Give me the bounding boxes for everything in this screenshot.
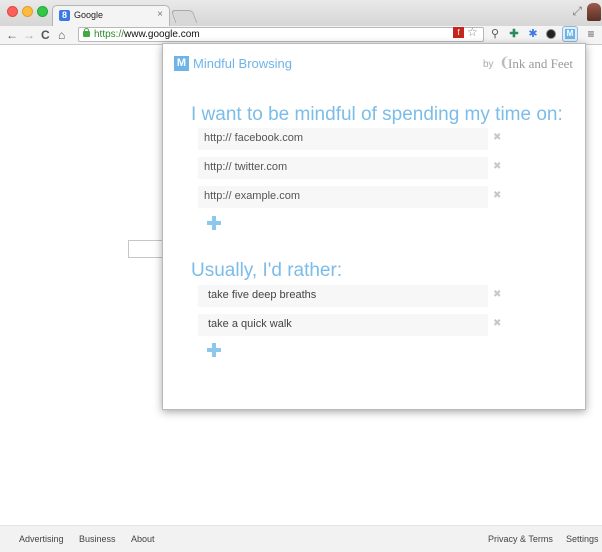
new-tab-button[interactable] [170, 10, 198, 23]
footer-link-privacy-terms[interactable]: Privacy & Terms [488, 534, 553, 544]
remove-site-icon[interactable]: ✖ [493, 190, 501, 202]
tab-close-icon[interactable]: × [157, 9, 163, 21]
orb-extension-icon[interactable] [546, 29, 556, 39]
home-icon[interactable]: ⌂ [58, 26, 65, 44]
url-host: www.google.com [124, 29, 200, 40]
footer-link-about[interactable]: About [131, 534, 155, 544]
url-text[interactable]: https://www.google.com [94, 29, 200, 41]
close-window-button[interactable] [7, 6, 18, 17]
forward-icon[interactable]: → [23, 26, 35, 44]
minimize-window-button[interactable] [22, 6, 33, 17]
star-icon[interactable]: ☆ [467, 25, 478, 39]
alternative-row[interactable]: take five deep breaths [198, 285, 488, 307]
sites-heading: I want to be mindful of spending my time… [191, 104, 563, 125]
remove-site-icon[interactable]: ✖ [493, 161, 501, 173]
mindful-logo-icon [565, 29, 575, 39]
footer-link-business[interactable]: Business [79, 534, 116, 544]
profile-avatar[interactable] [587, 3, 601, 21]
site-row[interactable]: http:// facebook.com [198, 128, 488, 150]
alternative-input[interactable]: take five deep breaths [208, 289, 316, 301]
zoom-window-button[interactable] [37, 6, 48, 17]
puzzle-icon[interactable]: ✱ [527, 27, 539, 41]
alternative-row[interactable]: take a quick walk [198, 314, 488, 336]
alternatives-heading: Usually, I'd rather: [191, 260, 343, 281]
mindful-browsing-logo-icon [174, 56, 189, 71]
add-alternative-plus-icon[interactable] [207, 343, 221, 357]
address-bar[interactable]: https://www.google.com [78, 27, 484, 42]
site-input[interactable]: http:// twitter.com [204, 161, 287, 173]
footer-link-settings[interactable]: Settings [566, 534, 599, 544]
google-search-input[interactable] [128, 240, 162, 258]
site-input[interactable]: http:// facebook.com [204, 132, 303, 144]
tab-title: Google [74, 10, 104, 20]
window-titlebar: 8 Google × ⤢ [0, 0, 602, 26]
fullscreen-icon[interactable]: ⤢ [572, 4, 582, 19]
url-scheme: https:// [94, 29, 125, 40]
alternative-input[interactable]: take a quick walk [208, 318, 292, 330]
site-input[interactable]: http:// example.com [204, 190, 300, 202]
page-footer: Advertising Business About Privacy & Ter… [0, 525, 602, 552]
brand-link[interactable]: Ink and Feet [508, 56, 573, 72]
cross-extension-icon[interactable]: ✚ [508, 27, 520, 41]
back-icon[interactable]: ← [6, 26, 18, 44]
flash-extension-icon[interactable]: f [453, 27, 464, 38]
remove-site-icon[interactable]: ✖ [493, 132, 501, 144]
remove-alternative-icon[interactable]: ✖ [493, 289, 501, 301]
google-favicon-icon: 8 [59, 10, 70, 21]
site-row[interactable]: http:// example.com [198, 186, 488, 208]
wrench-icon[interactable]: ⚲ [489, 27, 501, 41]
reload-icon[interactable]: C [41, 26, 50, 44]
popup-by-label: by [483, 59, 494, 70]
menu-icon[interactable]: ≡ [585, 27, 597, 41]
mindful-browsing-popup: Mindful Browsing by ❨ Ink and Feet I wan… [162, 43, 586, 410]
mindful-browsing-icon[interactable] [562, 26, 578, 42]
add-site-plus-icon[interactable] [207, 216, 221, 230]
footer-link-advertising[interactable]: Advertising [19, 534, 64, 544]
site-row[interactable]: http:// twitter.com [198, 157, 488, 179]
lock-icon [83, 28, 90, 37]
remove-alternative-icon[interactable]: ✖ [493, 318, 501, 330]
popup-title: Mindful Browsing [193, 56, 292, 71]
browser-tab-google[interactable]: 8 Google × [52, 5, 170, 26]
